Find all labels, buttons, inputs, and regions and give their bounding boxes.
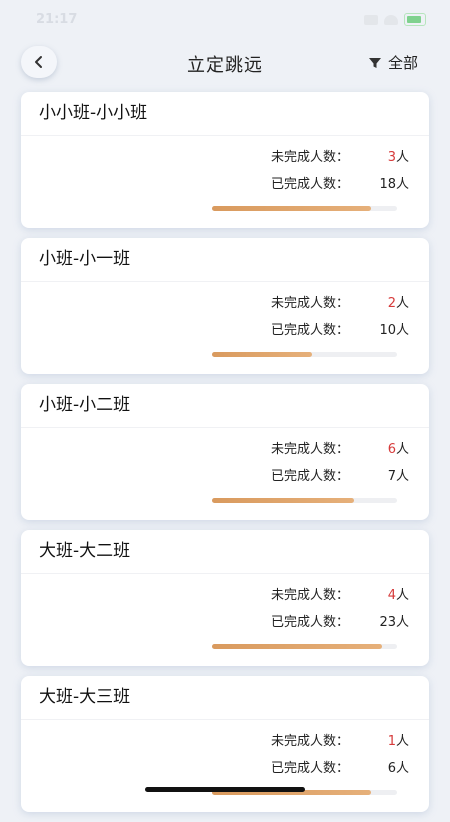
home-indicator: [145, 787, 305, 792]
complete-row: 已完成人数： 7人: [271, 465, 409, 484]
progress-fill: [212, 206, 372, 211]
incomplete-row: 未完成人数： 3人: [271, 146, 409, 165]
unit: 人: [395, 615, 409, 630]
class-card[interactable]: 小班-小一班 未完成人数： 2人 已完成人数： 10人: [21, 238, 429, 374]
status-icons: [364, 13, 426, 26]
unit: 人: [395, 469, 409, 484]
incomplete-label: 未完成人数：: [271, 442, 350, 457]
class-name: 小班-小一班: [21, 238, 429, 282]
incomplete-row: 未完成人数： 1人: [271, 730, 409, 749]
incomplete-count: 3: [387, 150, 396, 165]
status-time: 21:17: [36, 12, 78, 27]
complete-label: 已完成人数：: [271, 323, 350, 338]
incomplete-label: 未完成人数：: [271, 150, 350, 165]
incomplete-count: 4: [387, 588, 396, 603]
progress-fill: [212, 498, 355, 503]
class-name: 大班-大二班: [21, 530, 429, 574]
unit: 人: [395, 323, 409, 338]
unit: 人: [395, 150, 409, 165]
class-name: 小小班-小小班: [21, 92, 429, 136]
signal-icon: [364, 14, 378, 25]
progress-fill: [212, 644, 383, 649]
class-name: 小班-小二班: [21, 384, 429, 428]
incomplete-row: 未完成人数： 4人: [271, 584, 409, 603]
battery-icon: [404, 13, 426, 26]
complete-count: 6: [387, 761, 396, 776]
complete-count: 18: [379, 177, 396, 192]
incomplete-count: 1: [387, 734, 396, 749]
class-list: 小小班-小小班 未完成人数： 3人 已完成人数： 18人 小班-小一班 未完成人…: [21, 92, 429, 822]
progress-bar: [212, 352, 397, 357]
complete-label: 已完成人数：: [271, 469, 350, 484]
status-bar: 21:17: [0, 0, 450, 40]
wifi-icon: [384, 14, 398, 25]
complete-row: 已完成人数： 18人: [271, 173, 409, 192]
complete-count: 7: [387, 469, 396, 484]
class-card[interactable]: 大班-大二班 未完成人数： 4人 已完成人数： 23人: [21, 530, 429, 666]
incomplete-count: 6: [387, 442, 396, 457]
unit: 人: [395, 761, 409, 776]
class-card[interactable]: 小小班-小小班 未完成人数： 3人 已完成人数： 18人: [21, 92, 429, 228]
complete-label: 已完成人数：: [271, 177, 350, 192]
complete-count: 10: [379, 323, 396, 338]
complete-row: 已完成人数： 10人: [271, 319, 409, 338]
progress-bar: [212, 498, 397, 503]
progress-bar: [212, 206, 397, 211]
progress-bar: [212, 644, 397, 649]
complete-row: 已完成人数： 6人: [271, 757, 409, 776]
complete-count: 23: [379, 615, 396, 630]
class-card[interactable]: 小班-小二班 未完成人数： 6人 已完成人数： 7人: [21, 384, 429, 520]
class-name: 大班-大三班: [21, 676, 429, 720]
unit: 人: [395, 442, 409, 457]
incomplete-count: 2: [387, 296, 396, 311]
incomplete-label: 未完成人数：: [271, 734, 350, 749]
incomplete-label: 未完成人数：: [271, 588, 350, 603]
unit: 人: [395, 588, 409, 603]
filter-label: 全部: [387, 54, 418, 72]
filter-button[interactable]: 全部: [368, 52, 418, 73]
incomplete-row: 未完成人数： 6人: [271, 438, 409, 457]
filter-icon: [368, 57, 381, 68]
unit: 人: [395, 296, 409, 311]
progress-fill: [212, 352, 312, 357]
unit: 人: [395, 734, 409, 749]
complete-label: 已完成人数：: [271, 761, 350, 776]
complete-row: 已完成人数： 23人: [271, 611, 409, 630]
incomplete-label: 未完成人数：: [271, 296, 350, 311]
incomplete-row: 未完成人数： 2人: [271, 292, 409, 311]
complete-label: 已完成人数：: [271, 615, 350, 630]
header: 立定跳远 全部: [0, 44, 450, 82]
unit: 人: [395, 177, 409, 192]
